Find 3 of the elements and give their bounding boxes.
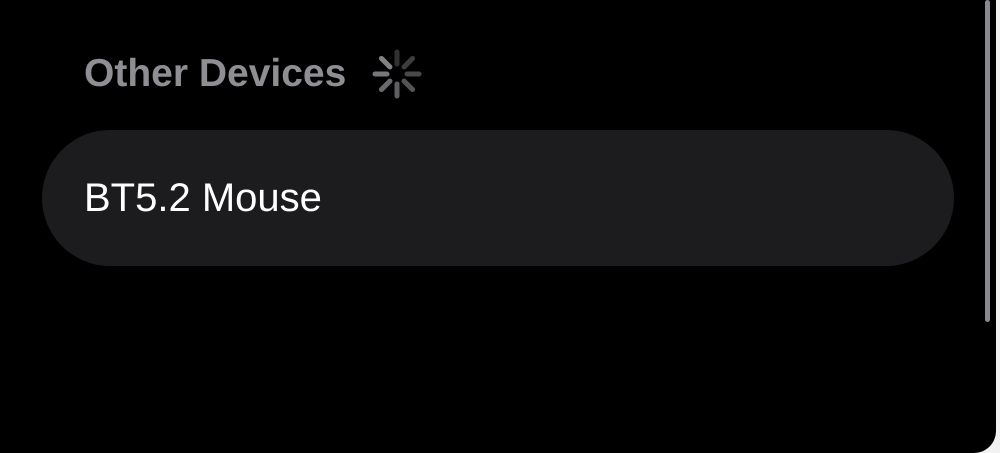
loading-spinner-icon bbox=[372, 49, 422, 99]
section-title: Other Devices bbox=[84, 51, 346, 97]
device-row[interactable]: BT5.2 Mouse bbox=[42, 130, 954, 266]
